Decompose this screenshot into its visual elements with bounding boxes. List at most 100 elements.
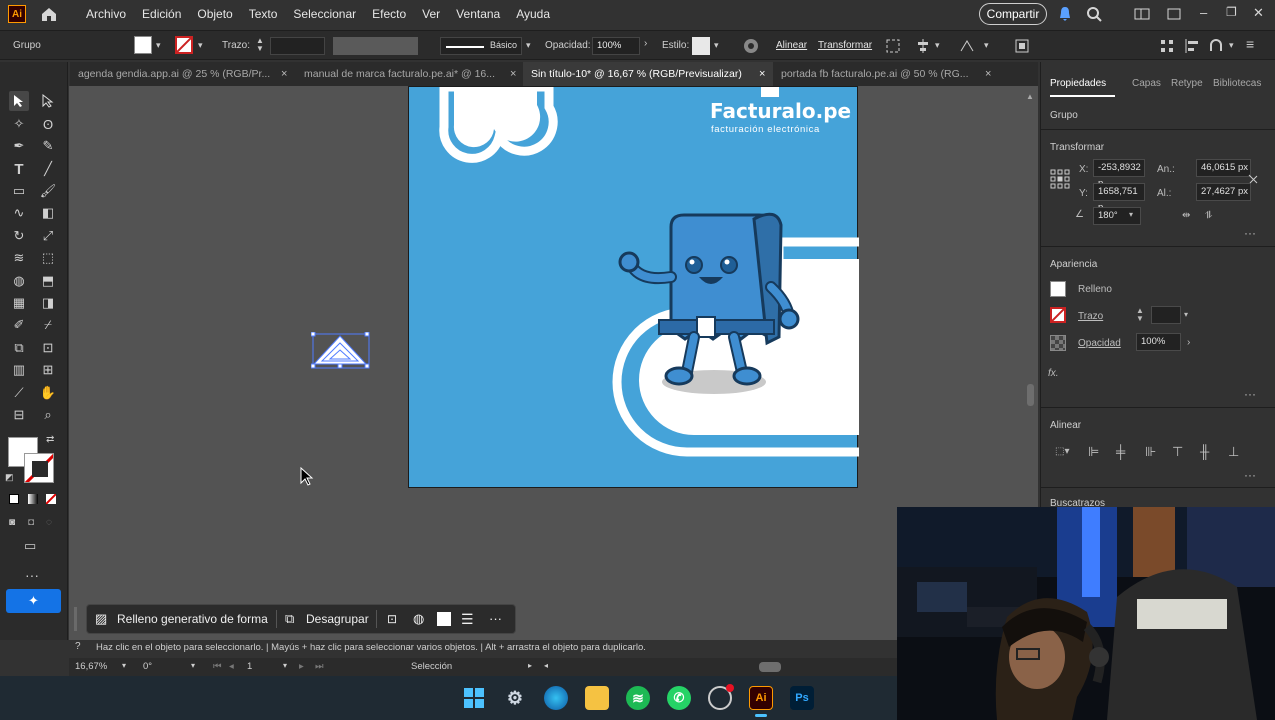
graph-tool-icon[interactable]: ▥ — [9, 360, 29, 380]
canvas-area[interactable]: Facturalo.pe facturación electrónica ▲ — [69, 86, 1038, 640]
align-top-icon[interactable]: ⊤ — [1172, 444, 1183, 460]
chevron-right-icon[interactable]: › — [644, 38, 647, 49]
zoom-tool-icon[interactable]: ⌕ — [38, 405, 58, 425]
file-explorer-icon[interactable] — [585, 686, 609, 710]
artboard-number[interactable]: 1 — [247, 661, 252, 672]
generative-ai-icon[interactable]: ✦ — [6, 589, 61, 613]
menu-seleccionar[interactable]: Seleccionar — [285, 0, 364, 28]
menu-archivo[interactable]: Archivo — [78, 0, 134, 28]
chevron-down-icon[interactable]: ▾ — [156, 40, 161, 51]
stroke-weight-input[interactable] — [1151, 306, 1181, 324]
eyedropper-icon[interactable]: ✐ — [9, 315, 29, 335]
chevron-left-icon[interactable]: ◂ — [544, 661, 548, 670]
crop-icon[interactable]: ⊡ — [387, 605, 397, 633]
photoshop-taskbar-icon[interactable]: Ps — [790, 686, 814, 710]
recolor-icon[interactable] — [742, 37, 760, 55]
workspace-icon[interactable] — [1133, 5, 1151, 23]
next-artboard-icon[interactable]: ▸ — [299, 661, 304, 672]
align-horizontal-center-icon[interactable]: ╪ — [1116, 444, 1125, 459]
chevron-down-icon[interactable]: ▾ — [1129, 210, 1133, 219]
menu-edicion[interactable]: Edición — [134, 0, 189, 28]
contextbar-grip[interactable] — [74, 607, 77, 631]
magnet-icon[interactable] — [1207, 37, 1225, 55]
align-left-icon[interactable] — [1183, 37, 1201, 55]
warp-tool-icon[interactable]: ≋ — [9, 248, 29, 268]
align-link[interactable]: Alinear — [776, 40, 807, 51]
default-colors-icon[interactable]: ◩ — [5, 472, 14, 483]
brush-definition[interactable]: Básico — [440, 37, 522, 55]
link-proportions-icon[interactable] — [1246, 172, 1260, 186]
home-icon[interactable] — [40, 5, 58, 23]
generative-shape-fill-button[interactable]: Relleno generativo de forma — [117, 605, 268, 633]
panel-menu-icon[interactable]: ≡ — [1246, 36, 1254, 52]
ungroup-button[interactable]: Desagrupar — [306, 605, 369, 633]
chevron-right-icon[interactable]: › — [1187, 337, 1190, 348]
selected-group[interactable] — [311, 332, 371, 370]
draw-inside-icon[interactable]: ◌ — [46, 517, 52, 528]
last-artboard-icon[interactable]: ⏭ — [315, 661, 324, 672]
width-input[interactable]: 46,0615 px — [1196, 159, 1251, 177]
rotate-tool-icon[interactable]: ↻ — [9, 226, 29, 246]
align-to-icon[interactable] — [914, 37, 932, 55]
appearance-fill-swatch[interactable] — [1050, 281, 1066, 297]
direct-selection-tool-icon[interactable] — [38, 91, 58, 111]
menu-ver[interactable]: Ver — [414, 0, 448, 28]
align-bottom-icon[interactable]: ⊥ — [1228, 444, 1239, 460]
close-icon[interactable]: × — [759, 62, 765, 86]
tab-bibliotecas[interactable]: Bibliotecas — [1213, 78, 1268, 89]
stroke-swatch[interactable] — [175, 36, 193, 54]
eraser-icon[interactable]: ◧ — [38, 203, 58, 223]
first-artboard-icon[interactable]: ⏮ — [213, 661, 222, 672]
tab-agenda-gendia[interactable]: agenda gendia.app.ai @ 25 % (RGB/Pr... — [70, 62, 275, 86]
menu-texto[interactable]: Texto — [241, 0, 286, 28]
isolate-icon[interactable] — [1013, 37, 1031, 55]
blend-tool-icon[interactable]: ⧉ — [9, 338, 29, 358]
scrollbar-thumb[interactable] — [1027, 384, 1034, 406]
draw-behind-icon[interactable]: ◘ — [28, 517, 34, 528]
appearance-stroke-swatch[interactable] — [1050, 307, 1066, 323]
more-options-icon[interactable]: ··· — [1244, 226, 1256, 240]
reference-point-icon[interactable] — [1050, 169, 1070, 189]
share-button[interactable]: Compartir — [979, 3, 1047, 25]
tab-propiedades[interactable]: Propiedades — [1050, 78, 1106, 89]
more-options-icon[interactable]: ··· — [489, 605, 502, 633]
chevron-right-icon[interactable]: ▸ — [528, 661, 532, 670]
arrange-icon[interactable] — [1165, 5, 1183, 23]
align-left-icon[interactable]: ⊫ — [1088, 444, 1099, 460]
chevron-down-icon[interactable]: ▾ — [283, 661, 287, 670]
fill-swatch[interactable] — [134, 36, 152, 54]
opacity-input[interactable]: 100% — [1136, 333, 1181, 351]
help-icon[interactable]: ? — [75, 641, 81, 652]
print-tiling-icon[interactable]: ⊟ — [9, 405, 29, 425]
menu-efecto[interactable]: Efecto — [364, 0, 414, 28]
opacity-label[interactable]: Opacidad — [1078, 338, 1121, 349]
artboard[interactable]: Facturalo.pe facturación electrónica — [408, 86, 859, 488]
windows-start-icon[interactable] — [462, 686, 486, 710]
illustrator-taskbar-icon[interactable]: Ai — [749, 686, 773, 710]
rectangle-tool-icon[interactable]: ▭ — [9, 181, 29, 201]
shaper-tool-icon[interactable]: ∿ — [9, 203, 29, 223]
chevron-down-icon[interactable]: ▾ — [191, 661, 195, 670]
rotation-value[interactable]: 0° — [143, 661, 152, 672]
free-transform-icon[interactable]: ⬚ — [38, 248, 58, 268]
bell-icon[interactable] — [1056, 5, 1074, 23]
zoom-level[interactable]: 16,67% — [75, 661, 107, 672]
paintbrush-icon[interactable]: 🖌 — [38, 181, 58, 201]
chevron-down-icon[interactable]: ▾ — [1184, 310, 1188, 319]
search-icon[interactable] — [1085, 5, 1103, 23]
selection-tool-icon[interactable] — [9, 91, 29, 111]
puppet-warp-icon[interactable] — [958, 37, 976, 55]
flip-vertical-icon[interactable]: ⥮ — [1205, 210, 1212, 221]
stroke-color-swatch[interactable] — [24, 453, 54, 483]
chevron-down-icon[interactable]: ▾ — [935, 40, 940, 51]
minimize-icon[interactable]: – — [1200, 5, 1218, 23]
chevron-down-icon[interactable]: ▾ — [122, 661, 126, 670]
align-vertical-center-icon[interactable]: ╫ — [1200, 444, 1209, 459]
gradient-tool-icon[interactable]: ◨ — [38, 293, 58, 313]
menu-ventana[interactable]: Ventana — [448, 0, 508, 28]
distribute-icon[interactable] — [1158, 37, 1176, 55]
more-options-icon[interactable]: ··· — [1244, 387, 1256, 401]
previous-artboard-icon[interactable]: ◂ — [229, 661, 234, 672]
flip-horizontal-icon[interactable]: ⇹ — [1182, 210, 1190, 221]
close-icon[interactable]: × — [510, 62, 516, 86]
